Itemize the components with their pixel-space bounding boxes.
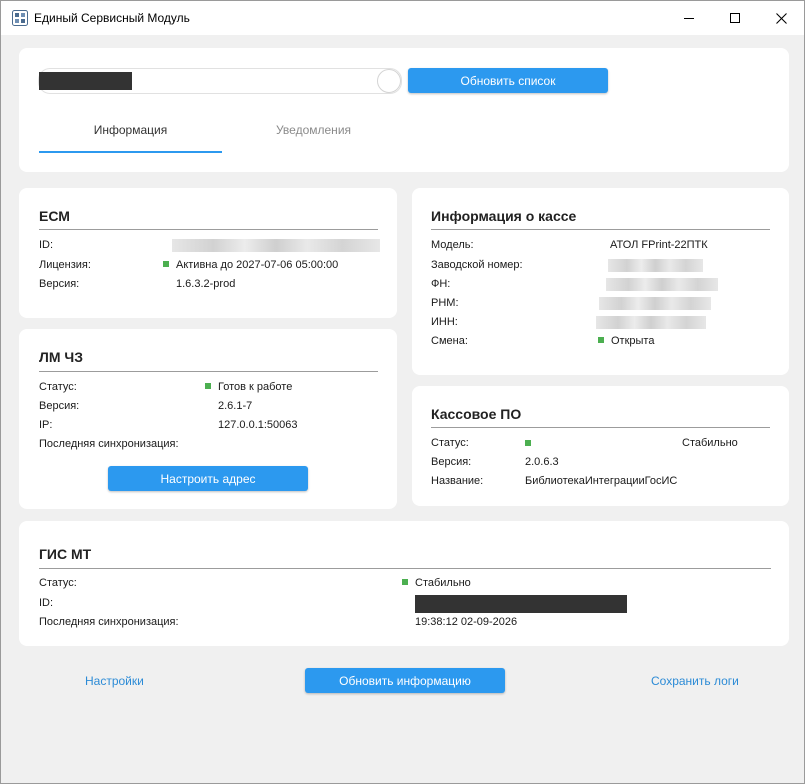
- status-dot-icon: [163, 261, 169, 267]
- kassa-inn-label: ИНН:: [431, 316, 458, 328]
- app-logo-icon: [12, 10, 28, 26]
- app-window: Единый Сервисный Модуль Обновить список …: [0, 0, 805, 784]
- maximize-button[interactable]: [712, 1, 758, 35]
- gis-card: ГИС МТ Статус: Стабильно ID: Последняя с…: [19, 521, 789, 646]
- redacted-device-name: [39, 72, 132, 90]
- software-name-value: БиблиотекаИнтеграцииГосИС: [525, 475, 678, 487]
- gis-id-redacted: [415, 595, 627, 613]
- ecm-license-text: Активна до 2027-07-06 05:00:00: [176, 259, 339, 271]
- gis-id-label: ID:: [39, 597, 54, 609]
- kassa-shift-text: Открыта: [611, 335, 655, 347]
- gis-title: ГИС МТ: [39, 546, 92, 562]
- software-version-value: 2.0.6.3: [525, 456, 559, 468]
- lm-divider: [39, 371, 378, 372]
- minimize-icon: [684, 18, 694, 19]
- software-status-value: Стабильно: [682, 437, 738, 449]
- device-selector[interactable]: [38, 68, 402, 94]
- kassa-fn-blurred: [606, 278, 718, 291]
- close-button[interactable]: [758, 1, 804, 35]
- ecm-card: ЕСМ ID: Лицензия: Активна до 2027-07-06 …: [19, 188, 397, 318]
- minimize-button[interactable]: [666, 1, 712, 35]
- gis-sync-label: Последняя синхронизация:: [39, 616, 179, 628]
- lm-ip-value: 127.0.0.1:50063: [218, 419, 298, 431]
- gis-divider: [39, 568, 771, 569]
- gis-status-text: Стабильно: [415, 577, 471, 589]
- lm-card: ЛМ ЧЗ Статус: Готов к работе Версия: 2.6…: [19, 329, 397, 509]
- software-version-label: Версия:: [431, 456, 472, 468]
- lm-sync-label: Последняя синхронизация:: [39, 438, 179, 450]
- status-dot-icon: [525, 440, 531, 446]
- kassa-model-value: АТОЛ FPrint-22ПТК: [610, 239, 708, 251]
- settings-link[interactable]: Настройки: [85, 674, 144, 688]
- kassa-model-label: Модель:: [431, 239, 474, 251]
- ecm-version-label: Версия:: [39, 278, 80, 290]
- software-name-label: Название:: [431, 475, 484, 487]
- maximize-icon: [730, 13, 740, 23]
- status-dot-icon: [205, 383, 211, 389]
- software-card: Кассовое ПО Статус: Стабильно Версия: 2.…: [412, 386, 789, 506]
- kassa-card: Информация о кассе Модель: АТОЛ FPrint-2…: [412, 188, 789, 375]
- software-title: Кассовое ПО: [431, 406, 522, 422]
- status-dot-icon: [402, 579, 408, 585]
- lm-ip-label: IP:: [39, 419, 53, 431]
- kassa-fn-label: ФН:: [431, 278, 451, 290]
- ecm-version-value: 1.6.3.2-prod: [176, 278, 236, 290]
- kassa-serial-blurred: [608, 259, 703, 272]
- kassa-shift-value: Открыта: [598, 335, 654, 347]
- gis-sync-value: 19:38:12 02-09-2026: [415, 616, 518, 628]
- ecm-title: ЕСМ: [39, 208, 70, 224]
- software-divider: [431, 427, 770, 428]
- device-selector-card: Обновить список Информация Уведомления: [19, 48, 789, 172]
- gis-status-label: Статус:: [39, 577, 77, 589]
- refresh-list-button[interactable]: Обновить список: [408, 68, 608, 93]
- ecm-license-label: Лицензия:: [39, 259, 91, 271]
- active-tab-indicator: [39, 151, 222, 153]
- ecm-id-value-blurred: [172, 239, 380, 252]
- title-bar: Единый Сервисный Модуль: [1, 1, 804, 35]
- lm-title: ЛМ ЧЗ: [39, 349, 83, 365]
- lm-version-value: 2.6.1-7: [218, 400, 253, 412]
- gis-status-value: Стабильно: [402, 577, 471, 589]
- ecm-divider: [39, 229, 378, 230]
- ecm-id-label: ID:: [39, 239, 54, 251]
- tab-information[interactable]: Информация: [39, 123, 222, 137]
- save-logs-link[interactable]: Сохранить логи: [651, 674, 739, 688]
- lm-status-value: Готов к работе: [205, 381, 292, 393]
- software-status-label: Статус:: [431, 437, 469, 449]
- refresh-info-button[interactable]: Обновить информацию: [305, 668, 505, 693]
- close-icon: [775, 12, 787, 24]
- lm-status-text: Готов к работе: [218, 381, 293, 393]
- ecm-license-value: Активна до 2027-07-06 05:00:00: [163, 259, 338, 271]
- kassa-inn-blurred: [596, 316, 706, 329]
- window-title: Единый Сервисный Модуль: [34, 11, 190, 25]
- lm-status-label: Статус:: [39, 381, 77, 393]
- tab-notifications[interactable]: Уведомления: [222, 123, 405, 137]
- configure-address-button[interactable]: Настроить адрес: [108, 466, 308, 491]
- kassa-rnm-blurred: [599, 297, 711, 310]
- lm-version-label: Версия:: [39, 400, 80, 412]
- kassa-shift-label: Смена:: [431, 335, 468, 347]
- selector-toggle-handle[interactable]: [377, 69, 401, 93]
- kassa-title: Информация о кассе: [431, 208, 577, 224]
- kassa-divider: [431, 229, 770, 230]
- kassa-rnm-label: РНМ:: [431, 297, 459, 309]
- kassa-serial-label: Заводской номер:: [431, 259, 523, 271]
- status-dot-icon: [598, 337, 604, 343]
